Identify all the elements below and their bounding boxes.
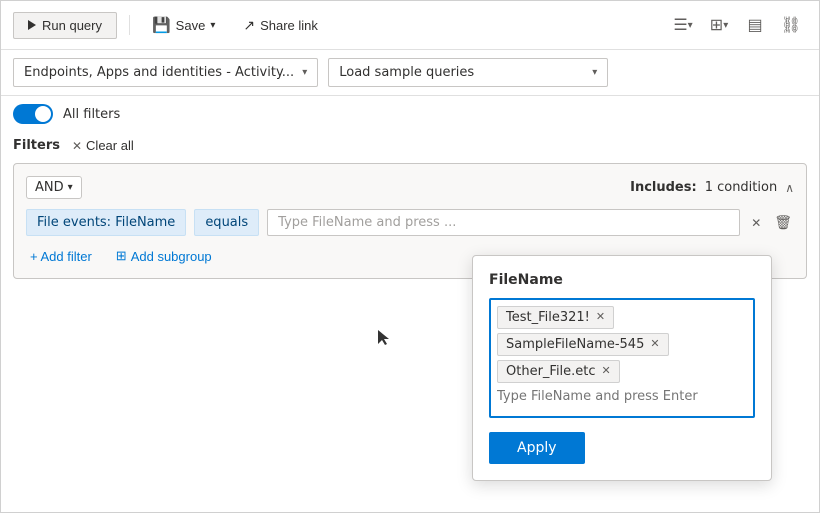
grid-chevron-icon: ▾ bbox=[723, 20, 728, 31]
filter-delete-button[interactable]: 🗑 bbox=[772, 212, 794, 233]
run-query-label: Run query bbox=[42, 18, 102, 33]
tag-close-button[interactable]: ✕ bbox=[596, 312, 605, 323]
tag-value: SampleFileName-545 bbox=[506, 337, 644, 352]
value-input-chip[interactable]: Type FileName and press ... bbox=[267, 209, 740, 236]
and-badge[interactable]: AND ▾ bbox=[26, 176, 82, 199]
tag-close-button[interactable]: ✕ bbox=[650, 339, 659, 350]
includes-label: Includes: bbox=[630, 180, 697, 195]
grid-icon: ⊞ bbox=[710, 15, 723, 35]
link-icon: ⛓ bbox=[781, 15, 801, 35]
play-icon bbox=[28, 20, 36, 30]
save-icon: 💾 bbox=[152, 16, 171, 34]
and-label: AND bbox=[35, 180, 64, 195]
filter-value-clear-button[interactable]: ✕ bbox=[748, 215, 764, 231]
tags-input-area[interactable]: Test_File321! ✕ SampleFileName-545 ✕ Oth… bbox=[489, 298, 755, 418]
filter-row: File events: FileName equals Type FileNa… bbox=[26, 209, 794, 236]
tag-value: Test_File321! bbox=[506, 310, 590, 325]
filename-popup: FileName Test_File321! ✕ SampleFileName-… bbox=[472, 255, 772, 481]
equals-chip-label: equals bbox=[205, 215, 248, 230]
add-filter-button[interactable]: + Add filter bbox=[26, 247, 96, 266]
list-icon: ☰ bbox=[673, 15, 687, 35]
add-subgroup-icon: ⊞ bbox=[116, 248, 127, 264]
collapse-icon[interactable]: ∧ bbox=[785, 181, 794, 195]
apply-label: Apply bbox=[517, 440, 557, 456]
filters-toggle-row: All filters bbox=[1, 96, 819, 132]
tag-close-button[interactable]: ✕ bbox=[602, 366, 611, 377]
source-dropdown[interactable]: Endpoints, Apps and identities - Activit… bbox=[13, 58, 318, 87]
filter-card-header: AND ▾ Includes: 1 condition ∧ bbox=[26, 176, 794, 199]
tag-item: SampleFileName-545 ✕ bbox=[497, 333, 669, 356]
cursor bbox=[378, 330, 388, 344]
tag-input-field[interactable] bbox=[497, 387, 747, 406]
query-bar: Endpoints, Apps and identities - Activit… bbox=[1, 50, 819, 96]
popup-title: FileName bbox=[489, 272, 755, 288]
tag-value: Other_File.etc bbox=[506, 364, 596, 379]
toggle-knob bbox=[35, 106, 51, 122]
add-subgroup-button[interactable]: ⊞ Add subgroup bbox=[112, 246, 216, 266]
table-icon: ▤ bbox=[747, 15, 762, 35]
includes-info: Includes: 1 condition ∧ bbox=[630, 180, 794, 195]
tag-item: Test_File321! ✕ bbox=[497, 306, 614, 329]
save-button[interactable]: 💾 Save ▾ bbox=[142, 11, 225, 39]
list-view-button[interactable]: ☰ ▾ bbox=[667, 9, 699, 41]
list-chevron-icon: ▾ bbox=[688, 20, 693, 31]
save-label: Save bbox=[176, 18, 206, 33]
filter-field-chip[interactable]: File events: FileName bbox=[26, 209, 186, 236]
and-chevron-icon: ▾ bbox=[68, 182, 73, 193]
source-dropdown-chevron-icon: ▾ bbox=[302, 67, 307, 78]
share-link-button[interactable]: ↗ Share link bbox=[233, 12, 328, 39]
toolbar-right-actions: ☰ ▾ ⊞ ▾ ▤ ⛓ bbox=[667, 9, 807, 41]
grid-view-button[interactable]: ⊞ ▾ bbox=[703, 9, 735, 41]
clear-all-button[interactable]: ✕ Clear all bbox=[68, 136, 138, 155]
toolbar: Run query 💾 Save ▾ ↗ Share link ☰ ▾ ⊞ ▾ … bbox=[1, 1, 819, 50]
filter-chip-label: File events: FileName bbox=[37, 215, 175, 230]
filters-label-row: Filters ✕ Clear all bbox=[1, 132, 819, 163]
sample-dropdown-chevron-icon: ▾ bbox=[592, 67, 597, 78]
save-chevron-icon: ▾ bbox=[210, 20, 215, 31]
all-filters-label: All filters bbox=[63, 107, 120, 122]
sample-dropdown[interactable]: Load sample queries ▾ bbox=[328, 58, 608, 87]
condition-count: 1 condition bbox=[705, 180, 778, 195]
source-dropdown-label: Endpoints, Apps and identities - Activit… bbox=[24, 65, 294, 80]
run-query-button[interactable]: Run query bbox=[13, 12, 117, 39]
tag-item: Other_File.etc ✕ bbox=[497, 360, 620, 383]
apply-button[interactable]: Apply bbox=[489, 432, 585, 464]
all-filters-toggle[interactable] bbox=[13, 104, 53, 124]
add-filter-label: + Add filter bbox=[30, 249, 92, 264]
add-subgroup-label: Add subgroup bbox=[131, 249, 212, 264]
sample-dropdown-label: Load sample queries bbox=[339, 65, 474, 80]
share-link-label: Share link bbox=[260, 18, 318, 33]
value-placeholder-text: Type FileName and press ... bbox=[278, 215, 456, 230]
clear-all-label: Clear all bbox=[86, 138, 134, 153]
equals-chip[interactable]: equals bbox=[194, 209, 259, 236]
link-button[interactable]: ⛓ bbox=[775, 9, 807, 41]
clear-all-x-icon: ✕ bbox=[72, 139, 82, 153]
share-icon: ↗ bbox=[243, 17, 255, 34]
filters-heading: Filters bbox=[13, 138, 60, 153]
toolbar-separator bbox=[129, 15, 130, 35]
delete-icon: 🗑 bbox=[774, 214, 792, 230]
table-view-button[interactable]: ▤ bbox=[739, 9, 771, 41]
